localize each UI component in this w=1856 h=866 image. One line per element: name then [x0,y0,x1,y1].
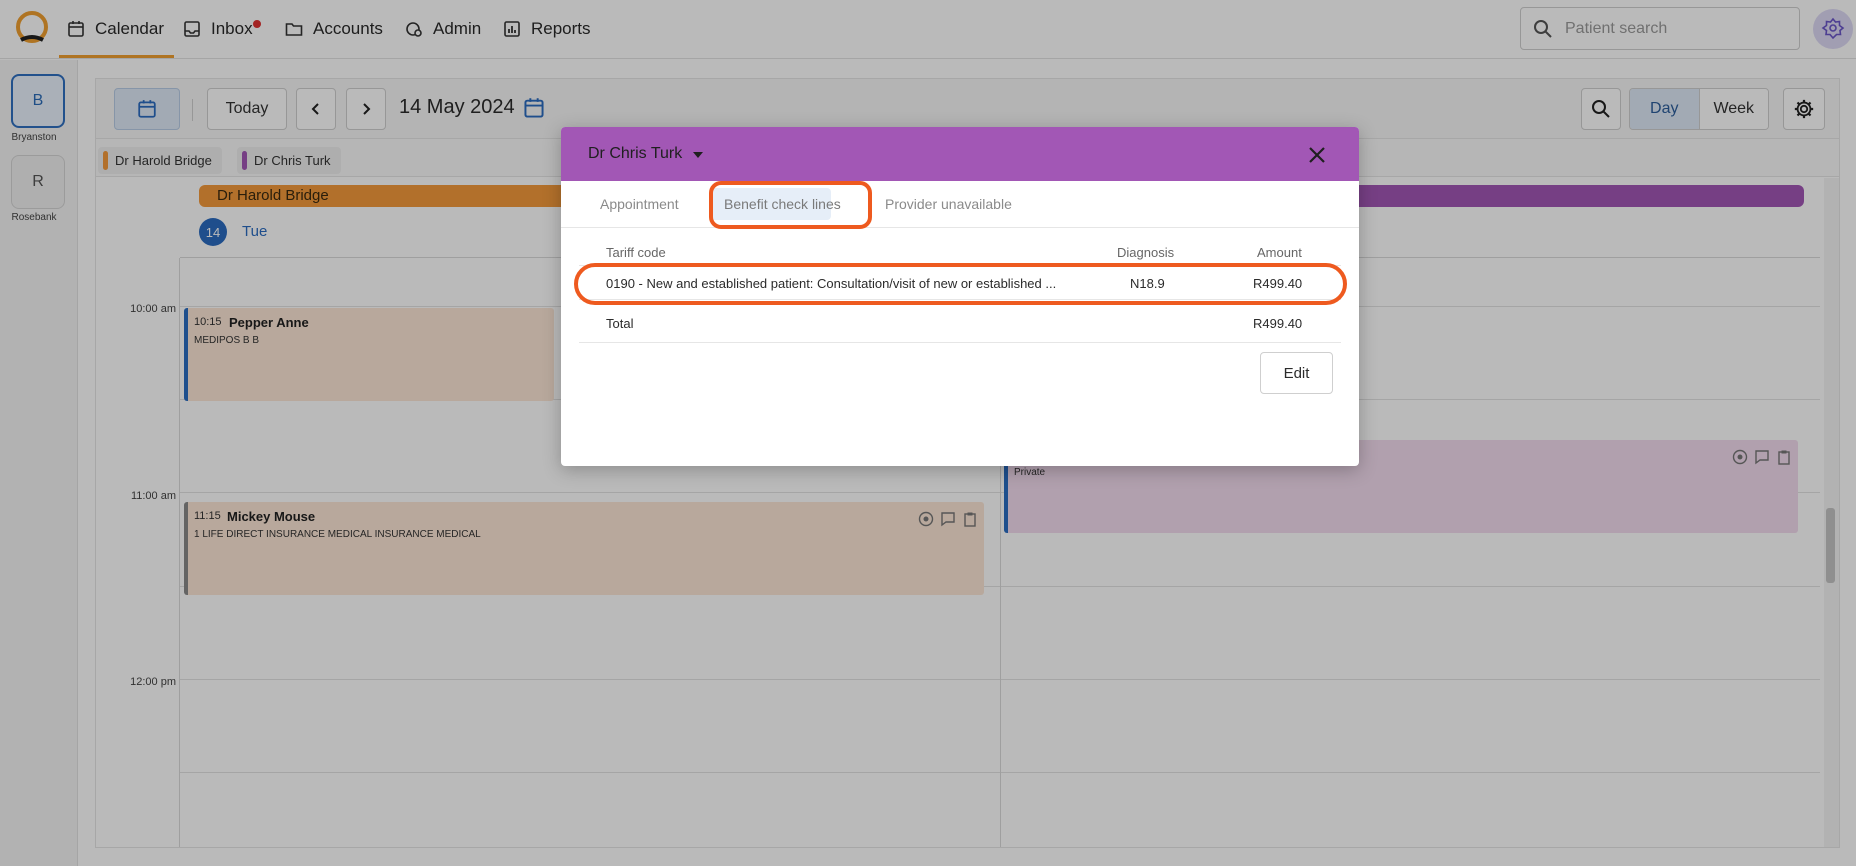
column-header-amount: Amount [1257,245,1302,260]
close-icon[interactable] [1306,144,1328,166]
highlight-row-annotation [574,263,1347,305]
modal-header: Dr Chris Turk [561,127,1359,181]
tab-provider-unavailable[interactable]: Provider unavailable [885,196,1012,212]
row-divider [579,342,1341,343]
column-header-tariff: Tariff code [606,245,666,260]
total-label: Total [606,316,634,331]
edit-button[interactable]: Edit [1260,352,1333,394]
highlight-tab-annotation [709,181,872,229]
total-amount: R499.40 [1253,316,1303,331]
modal-provider-name[interactable]: Dr Chris Turk [588,145,682,163]
tab-appointment[interactable]: Appointment [600,196,679,212]
modal-tabs: Appointment Benefit check lines Provider… [561,181,1359,228]
caret-down-icon[interactable] [691,151,705,160]
column-header-diagnosis: Diagnosis [1117,245,1175,260]
